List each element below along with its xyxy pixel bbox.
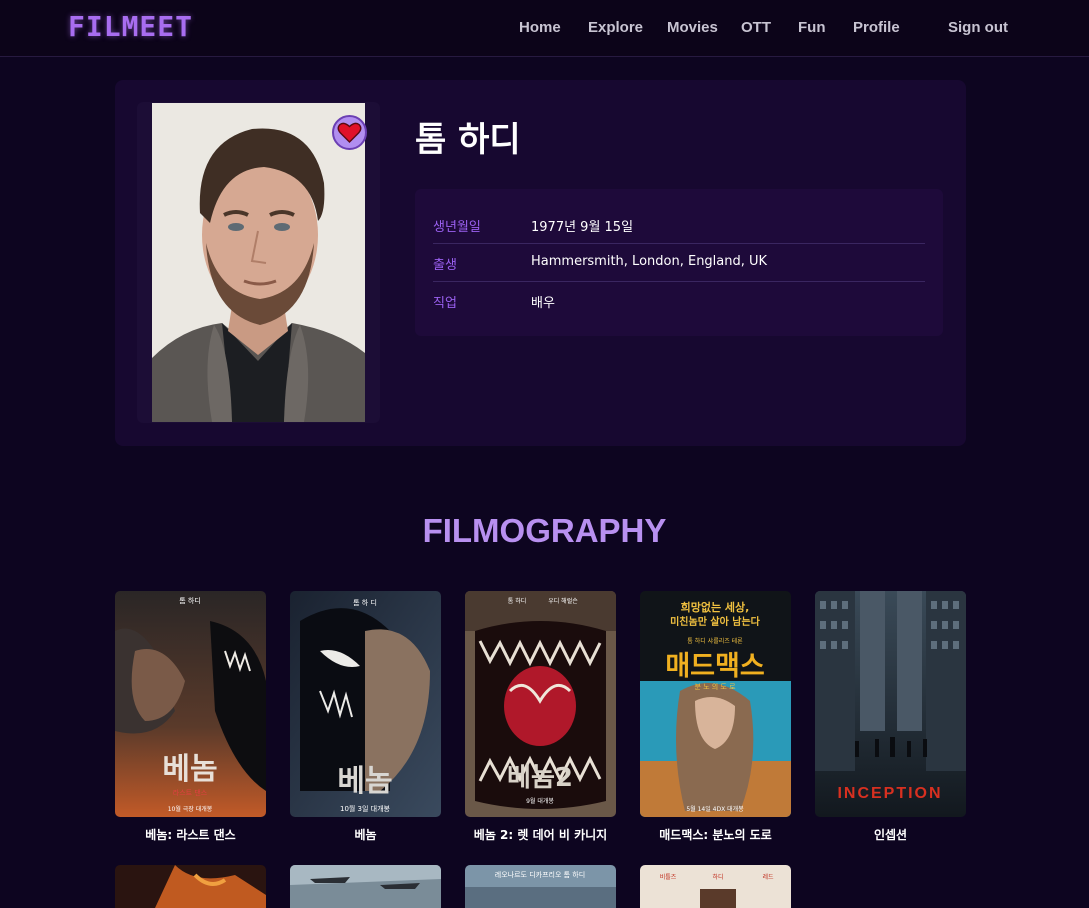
movie-title[interactable]: 매드맥스: 분노의 도로 bbox=[640, 826, 791, 843]
poster-title: 베놈2 bbox=[507, 763, 573, 793]
poster-credit: 톰 하디 샤를리즈 테론 bbox=[687, 637, 743, 645]
poster-title: 매드맥스 bbox=[665, 651, 764, 682]
detail-row-job: 직업 배우 bbox=[433, 282, 925, 320]
poster-title: 베놈 bbox=[162, 752, 217, 787]
sign-out-link[interactable]: Sign out bbox=[948, 19, 1008, 36]
heart-icon bbox=[337, 122, 362, 143]
poster-date: 10월 극장 대개봉 bbox=[168, 805, 213, 813]
poster-subtitle: 라스트 댄스 bbox=[173, 788, 208, 797]
movie-poster[interactable]: 레오나르도 디카프리오 톰 하디 bbox=[465, 865, 616, 908]
detail-value: Hammersmith, London, England, UK bbox=[531, 254, 768, 269]
poster-date: 10월 3일 대개봉 bbox=[340, 804, 391, 813]
poster-tagline: 희망없는 세상, bbox=[681, 600, 750, 614]
logo[interactable]: FILMEET bbox=[68, 10, 193, 43]
profile-photo bbox=[152, 103, 365, 422]
movie-poster[interactable] bbox=[115, 865, 266, 908]
nav-profile[interactable]: Profile bbox=[853, 19, 900, 36]
poster-credit: 톰 하 디 bbox=[353, 598, 377, 607]
favorite-button[interactable] bbox=[332, 115, 367, 150]
poster-credit: 레드 bbox=[762, 873, 774, 881]
nav-fun[interactable]: Fun bbox=[798, 19, 826, 36]
nav-ott[interactable]: OTT bbox=[741, 19, 771, 36]
poster-date: 5월 14일 4DX 대개봉 bbox=[686, 805, 744, 813]
detail-label: 직업 bbox=[433, 296, 457, 311]
movie-card[interactable]: 희망없는 세상, 미친놈만 살아 남는다 톰 하디 샤를리즈 테론 매드맥스 분… bbox=[640, 591, 791, 843]
nav-movies[interactable]: Movies bbox=[667, 19, 718, 36]
poster-credit: 하디 bbox=[712, 873, 723, 881]
poster-tagline: 미친놈만 살아 남는다 bbox=[670, 615, 761, 628]
nav-explore[interactable]: Explore bbox=[588, 19, 643, 36]
poster-date: 9월 대개봉 bbox=[526, 797, 554, 805]
movie-poster[interactable] bbox=[290, 865, 441, 908]
top-navbar: FILMEET Home Explore Movies OTT Fun Prof… bbox=[0, 0, 1089, 57]
movie-title[interactable]: 베놈 bbox=[290, 826, 441, 843]
poster-title: 베놈 bbox=[337, 764, 392, 799]
detail-value: 1977년 9월 15일 bbox=[531, 220, 634, 235]
detail-label: 생년월일 bbox=[433, 220, 481, 235]
movie-title[interactable]: 베놈 2: 렛 데어 비 카니지 bbox=[465, 826, 616, 843]
movie-card[interactable]: 톰 하 디 베놈 10월 3일 대개봉 베놈 bbox=[290, 591, 441, 843]
poster-credit: 비틀즈 bbox=[660, 873, 677, 881]
movie-poster[interactable]: INCEPTION bbox=[815, 591, 966, 817]
movie-card[interactable]: 톰 하디 베놈 라스트 댄스 10월 극장 대개봉 베놈: 라스트 댄스 bbox=[115, 591, 266, 843]
detail-row-birthplace: 출생 Hammersmith, London, England, UK bbox=[433, 244, 925, 282]
movie-poster[interactable]: 톰 하 디 베놈 10월 3일 대개봉 bbox=[290, 591, 441, 817]
movie-poster[interactable]: 희망없는 세상, 미친놈만 살아 남는다 톰 하디 샤를리즈 테론 매드맥스 분… bbox=[640, 591, 791, 817]
person-name: 톰 하디 bbox=[415, 120, 521, 160]
poster-credit: 톰 하디 bbox=[179, 596, 201, 605]
detail-row-birthdate: 생년월일 1977년 9월 15일 bbox=[433, 206, 925, 244]
person-details: 생년월일 1977년 9월 15일 출생 Hammersmith, London… bbox=[415, 189, 943, 336]
movie-poster[interactable]: 톰 하디 우디 해럴슨 베놈2 9월 대개봉 bbox=[465, 591, 616, 817]
movie-card[interactable]: 톰 하디 우디 해럴슨 베놈2 9월 대개봉 베놈 2: 렛 데어 비 카니지 bbox=[465, 591, 616, 843]
movie-title[interactable]: 베놈: 라스트 댄스 bbox=[115, 826, 266, 843]
poster-credit: 레오나르도 디카프리오 톰 하디 bbox=[495, 870, 585, 879]
poster-subtitle: 분 노 의 도 로 bbox=[694, 682, 736, 691]
movie-poster[interactable]: 비틀즈 하디 레드 bbox=[640, 865, 791, 908]
movie-poster[interactable]: 톰 하디 베놈 라스트 댄스 10월 극장 대개봉 bbox=[115, 591, 266, 817]
detail-label: 출생 bbox=[433, 258, 457, 273]
poster-credit: 톰 하디 bbox=[508, 597, 526, 605]
movie-title[interactable]: 인셉션 bbox=[815, 826, 966, 843]
nav-home[interactable]: Home bbox=[519, 19, 561, 36]
filmography-title: FILMOGRAPHY bbox=[422, 512, 667, 549]
poster-title: INCEPTION bbox=[837, 785, 942, 802]
movie-card[interactable]: INCEPTION 인셉션 bbox=[815, 591, 966, 843]
poster-credit: 우디 해럴슨 bbox=[548, 597, 578, 605]
detail-value: 배우 bbox=[531, 296, 555, 311]
